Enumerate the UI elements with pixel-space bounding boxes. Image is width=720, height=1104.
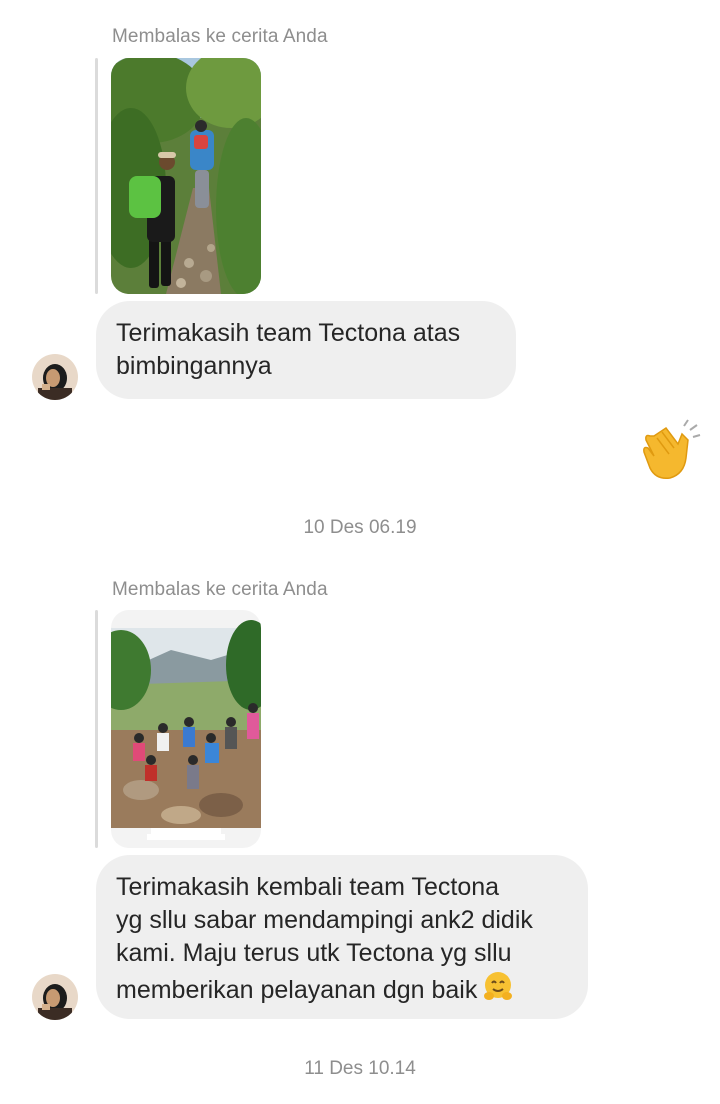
clapping-hands-icon [643, 419, 701, 480]
message-line: bimbingannya [116, 352, 272, 380]
message-bubble-1[interactable]: Terimakasih team Tectona atas bimbingann… [96, 301, 516, 399]
sender-avatar-2[interactable] [32, 974, 78, 1020]
message-line-text: memberikan pelayanan dgn baik [116, 976, 478, 1004]
hiking-trail-image [111, 58, 261, 294]
avatar-image [32, 354, 78, 400]
timestamp-2: 11 Des 10.14 [304, 1058, 416, 1079]
clapping-hands-emoji[interactable] [640, 418, 702, 484]
message-line: Terimakasih kembali team Tectona [116, 873, 500, 901]
reply-label-2: Membalas ke cerita Anda [112, 579, 328, 600]
message-bubble-2[interactable]: Terimakasih kembali team Tectona yg sllu… [96, 855, 588, 1019]
timestamp-1: 10 Des 06.19 [303, 517, 417, 538]
reply-quote-bar-2 [95, 610, 98, 848]
story-thumbnail-1[interactable] [111, 58, 261, 294]
message-line-with-emoji: memberikan pelayanan dgn baik [116, 970, 568, 1007]
group-river-image [111, 610, 261, 848]
message-line: kami. Maju terus utk Tectona yg sllu [116, 939, 512, 967]
sender-avatar-1[interactable] [32, 354, 78, 400]
avatar-image [32, 974, 78, 1020]
story-thumbnail-2[interactable] [111, 610, 261, 848]
message-line: yg sllu sabar mendampingi ank2 didik [116, 906, 533, 934]
hugging-face-icon [481, 970, 515, 1004]
message-line: Terimakasih team Tectona atas [116, 319, 461, 347]
reply-quote-bar-1 [95, 58, 98, 294]
reply-label-1: Membalas ke cerita Anda [112, 26, 328, 47]
